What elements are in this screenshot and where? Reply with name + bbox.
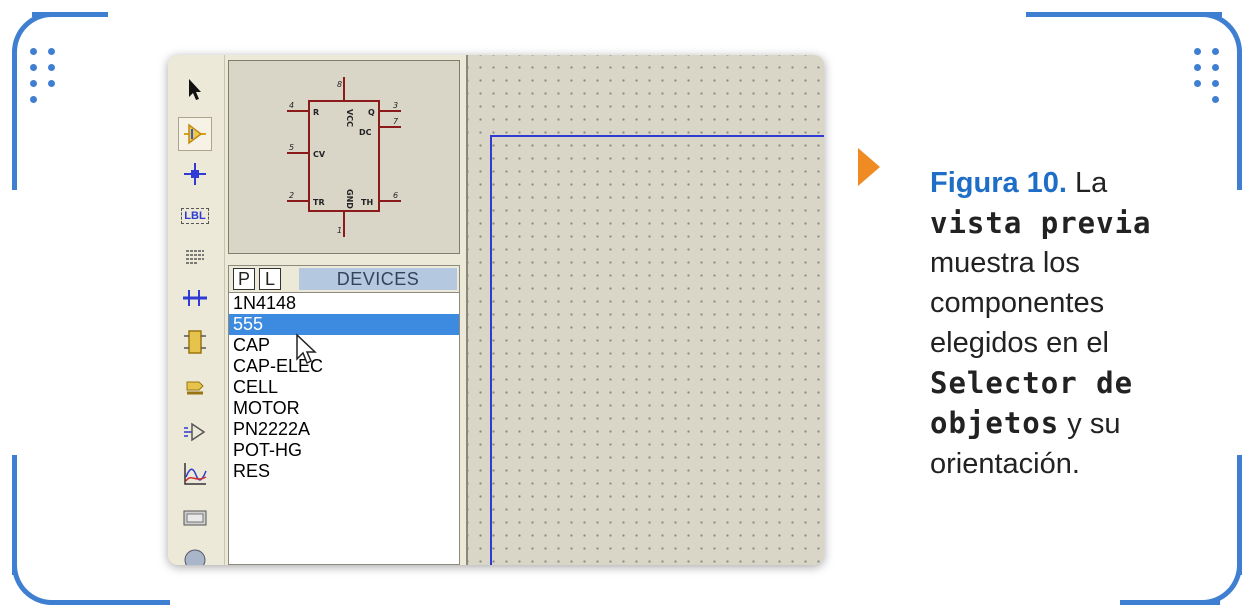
device-item-1n4148[interactable]: 1N4148 [229,293,459,314]
caption-line-5: elegidos en el [930,327,1109,359]
device-item-cap[interactable]: CAP [229,335,459,356]
selection-arrow-icon[interactable] [178,73,212,107]
device-item-motor[interactable]: MOTOR [229,398,459,419]
device-item-pn2222a[interactable]: PN2222A [229,419,459,440]
caption-line-3: muestra los [930,247,1080,279]
pin-gnd: GND [345,189,354,209]
pin-tr: TR [313,198,325,207]
ic-555-preview: R VCC Q DC CV TR GND TH 4 8 3 7 5 2 6 1 [287,77,401,237]
subcircuit-icon[interactable] [178,325,212,359]
caption-arrow-icon [858,148,880,186]
preview-pane: R VCC Q DC CV TR GND TH 4 8 3 7 5 2 6 1 [228,60,460,254]
text-script-icon[interactable] [178,241,212,275]
pin-num-3: 3 [393,101,398,110]
junction-dot-icon[interactable] [178,157,212,191]
pin-num-5: 5 [289,143,294,152]
pick-device-button[interactable]: P [233,268,255,290]
pin-q: Q [368,108,375,117]
device-item-cell[interactable]: CELL [229,377,459,398]
figure-label: Figura 10. [930,167,1067,199]
pin-num-6: 6 [393,191,398,200]
pin-num-4: 4 [289,101,294,110]
generator-icon[interactable] [178,541,212,565]
figure-caption: Figura 10. La vista previa muestra los c… [930,163,1240,484]
proteus-screenshot: LBL R VCC Q DC CV TR GND TH 4 8 3 7 5 2 … [168,55,824,565]
caption-line-1: La [1067,167,1108,199]
caption-line-7: y su [1059,408,1121,440]
device-selector-header: P L DEVICES [228,265,460,293]
caption-line-4: componentes [930,287,1105,319]
pin-th: TH [361,198,373,207]
terminals-icon[interactable] [178,371,212,405]
pin-num-7: 7 [393,117,399,126]
caption-line-8: orientación. [930,448,1080,480]
device-item-res[interactable]: RES [229,461,459,482]
pin-r: R [313,108,319,117]
caption-line-7-mono: objetos [930,406,1060,440]
component-mode-icon[interactable] [178,117,212,151]
device-item-cap-elec[interactable]: CAP-ELEC [229,356,459,377]
wire-label-text: LBL [181,208,209,224]
pin-dc: DC [359,128,372,137]
device-item-555[interactable]: 555 [229,314,459,335]
pin-num-2: 2 [289,191,294,200]
mouse-cursor-icon [296,333,317,365]
device-item-pot-hg[interactable]: POT-HG [229,440,459,461]
graph-icon[interactable] [178,457,212,491]
pin-num-8: 8 [337,80,342,89]
caption-line-2: vista previa [930,206,1152,240]
wire-label-icon[interactable]: LBL [178,199,212,233]
pin-cv: CV [313,150,326,159]
devices-title: DEVICES [299,268,457,290]
library-manager-button[interactable]: L [259,268,281,290]
device-pins-icon[interactable] [178,415,212,449]
device-list[interactable]: 1N4148 555 CAP CAP-ELEC CELL MOTOR PN222… [228,293,460,565]
sheet-border [490,135,824,565]
buses-icon[interactable] [178,281,212,315]
caption-line-6: Selector de [930,366,1134,400]
tape-recorder-icon[interactable] [178,501,212,535]
pin-vcc: VCC [345,109,354,127]
pin-num-1: 1 [337,226,342,235]
mode-toolbar: LBL [168,55,225,565]
